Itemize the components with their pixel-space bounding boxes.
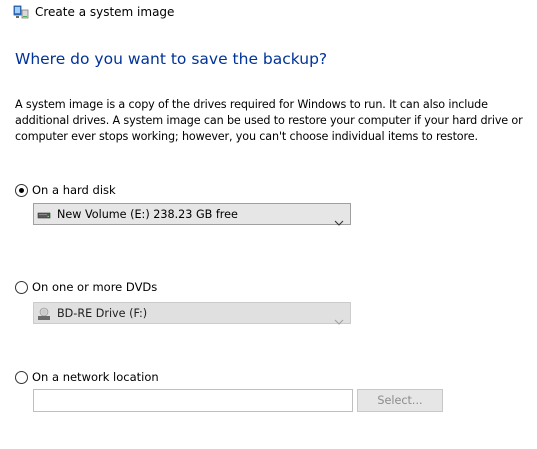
network-label[interactable]: On a network location [32,370,159,384]
hard-disk-option[interactable]: On a hard disk [15,182,116,198]
dvd-dropdown-value: BD-RE Drive (F:) [57,306,148,320]
chevron-down-icon [334,211,344,226]
network-radio[interactable] [15,370,28,384]
network-option[interactable]: On a network location [15,369,159,385]
dvd-radio[interactable] [15,280,28,294]
window-title: Create a system image [35,5,175,19]
system-image-backup-icon [13,4,29,20]
page-heading: Where do you want to save the backup? [15,50,328,68]
dvd-dropdown[interactable]: BD-RE Drive (F:) [33,302,351,325]
hard-disk-label[interactable]: On a hard disk [32,183,116,197]
hard-disk-dropdown[interactable]: New Volume (E:) 238.23 GB free [33,203,351,226]
title-bar: Create a system image [13,2,174,22]
network-location-input[interactable] [33,389,353,412]
optical-drive-icon [37,306,51,320]
description-text: A system image is a copy of the drives r… [15,98,523,143]
select-button[interactable]: Select... [357,389,443,412]
dvd-option[interactable]: On one or more DVDs [15,279,157,295]
chevron-down-icon [334,310,344,325]
dvd-label[interactable]: On one or more DVDs [32,280,157,294]
hard-disk-dropdown-value: New Volume (E:) 238.23 GB free [57,207,238,221]
hard-drive-icon [37,207,51,221]
hard-disk-radio[interactable] [15,183,28,197]
create-system-image-page: Create a system image Where do you want … [0,0,537,449]
